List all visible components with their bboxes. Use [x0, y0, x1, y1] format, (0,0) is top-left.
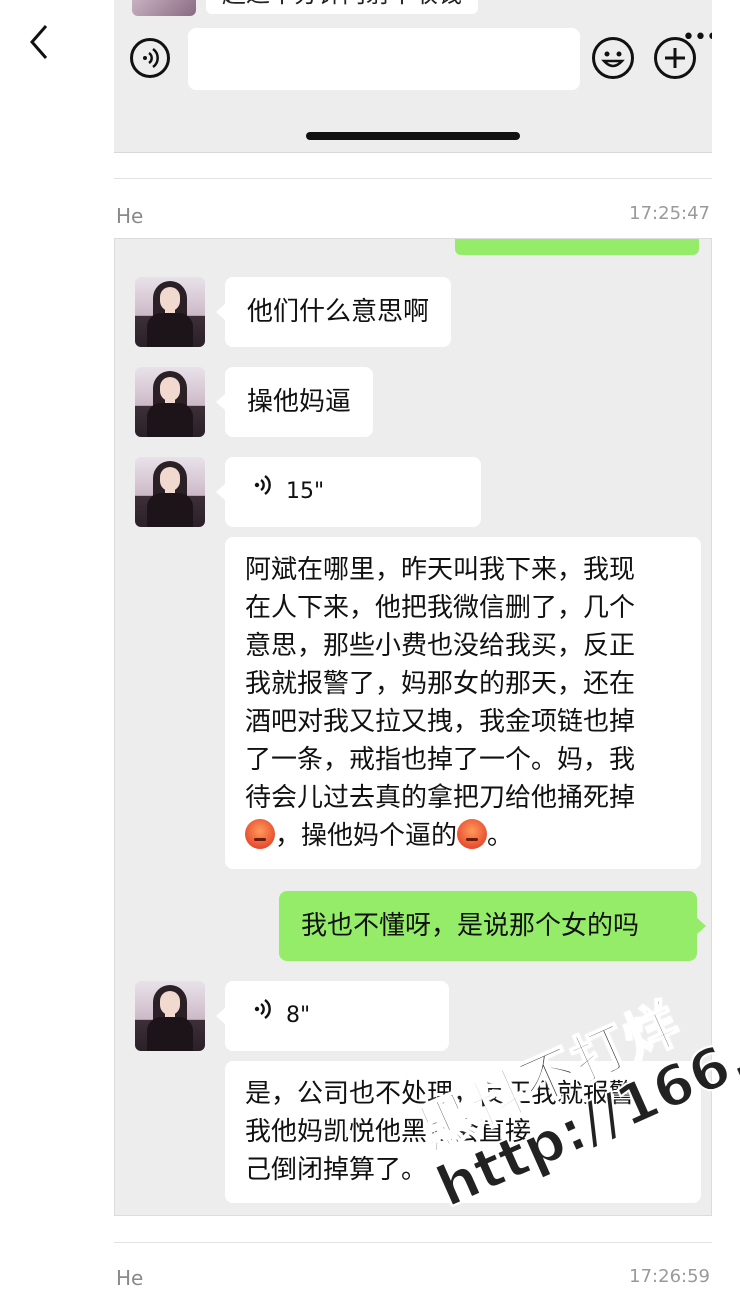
message-line: 在人下来，他把我微信删了，几个	[245, 593, 636, 623]
record-sender: He	[116, 1266, 144, 1290]
emoji-icon[interactable]	[592, 37, 634, 79]
chevron-left-icon	[30, 25, 48, 59]
message-line: 我他妈凯悦他黑社会直接	[245, 1117, 532, 1147]
message-line: 了一条，戒指也掉了一个。妈，我	[245, 745, 636, 775]
home-indicator	[306, 132, 520, 140]
message-line: 是，公司也不处理，反正我就报警	[245, 1079, 636, 1109]
message-line: 酒吧对我又拉又拽，我金项链也掉	[245, 707, 636, 737]
message-line: 我就报警了，妈那女的那天，还在	[245, 669, 636, 699]
message-line: 意思，那些小费也没给我买，反正	[245, 631, 636, 661]
avatar[interactable]	[135, 367, 205, 437]
message-bubble[interactable]: 他们什么意思啊	[216, 277, 452, 347]
message-text: 他们什么意思啊	[247, 297, 430, 327]
previous-screenshot-panel: 超过十分钟内射不收钱 •••	[114, 0, 712, 153]
record-time: 17:26:59	[629, 1266, 710, 1287]
avatar[interactable]	[135, 277, 205, 347]
message-bubble: 超过十分钟内射不收钱	[206, 0, 478, 14]
record-sender: He	[116, 204, 144, 228]
message-bubble[interactable]: 操他妈逼	[216, 367, 374, 437]
more-icon[interactable]: •••	[682, 27, 712, 49]
message-text: 。	[487, 821, 514, 851]
angry-face-icon	[457, 819, 488, 849]
message-text: ，操他妈个逼的	[275, 821, 458, 851]
voice-icon[interactable]	[130, 38, 170, 78]
outgoing-bubble-fragment	[455, 239, 699, 255]
message-line: 阿斌在哪里，昨天叫我下来，我现	[245, 555, 636, 585]
outgoing-message-bubble[interactable]: 我也不懂呀，是说那个女的吗	[279, 891, 706, 961]
voice-duration: 15"	[286, 479, 325, 504]
message-line: ，操他妈个逼的。	[245, 817, 681, 855]
voice-wave-icon	[253, 981, 279, 1051]
avatar[interactable]	[135, 457, 205, 527]
voice-message-bubble[interactable]: 15"	[216, 457, 481, 527]
message-text: 我也不懂呀，是说那个女的吗	[301, 911, 640, 941]
avatar[interactable]	[135, 981, 205, 1051]
voice-duration: 8"	[286, 1003, 311, 1028]
message-line: 待会儿过去真的拿把刀给他捅死掉	[245, 783, 636, 813]
avatar	[132, 0, 196, 16]
divider	[114, 1242, 712, 1243]
record-time: 17:25:47	[629, 203, 710, 224]
voice-message-bubble[interactable]: 8"	[216, 981, 449, 1051]
message-line: 己倒闭掉算了。	[245, 1155, 428, 1185]
angry-face-icon	[245, 819, 275, 849]
message-bubble[interactable]: 是，公司也不处理，反正我就报警 我他妈凯悦他黑社会直接 己倒闭掉算了。	[225, 1061, 701, 1203]
message-text: 操他妈逼	[247, 387, 352, 417]
chat-screenshot-panel: 他们什么意思啊 操他妈逼 15" 阿斌在哪里，昨天叫我下来，我现 在人下来，他把…	[114, 238, 712, 1216]
voice-wave-icon	[253, 457, 279, 527]
message-input[interactable]	[188, 28, 580, 90]
back-button[interactable]	[22, 20, 62, 64]
message-bubble[interactable]: 阿斌在哪里，昨天叫我下来，我现 在人下来，他把我微信删了，几个 意思，那些小费也…	[225, 537, 701, 869]
divider	[114, 178, 712, 179]
